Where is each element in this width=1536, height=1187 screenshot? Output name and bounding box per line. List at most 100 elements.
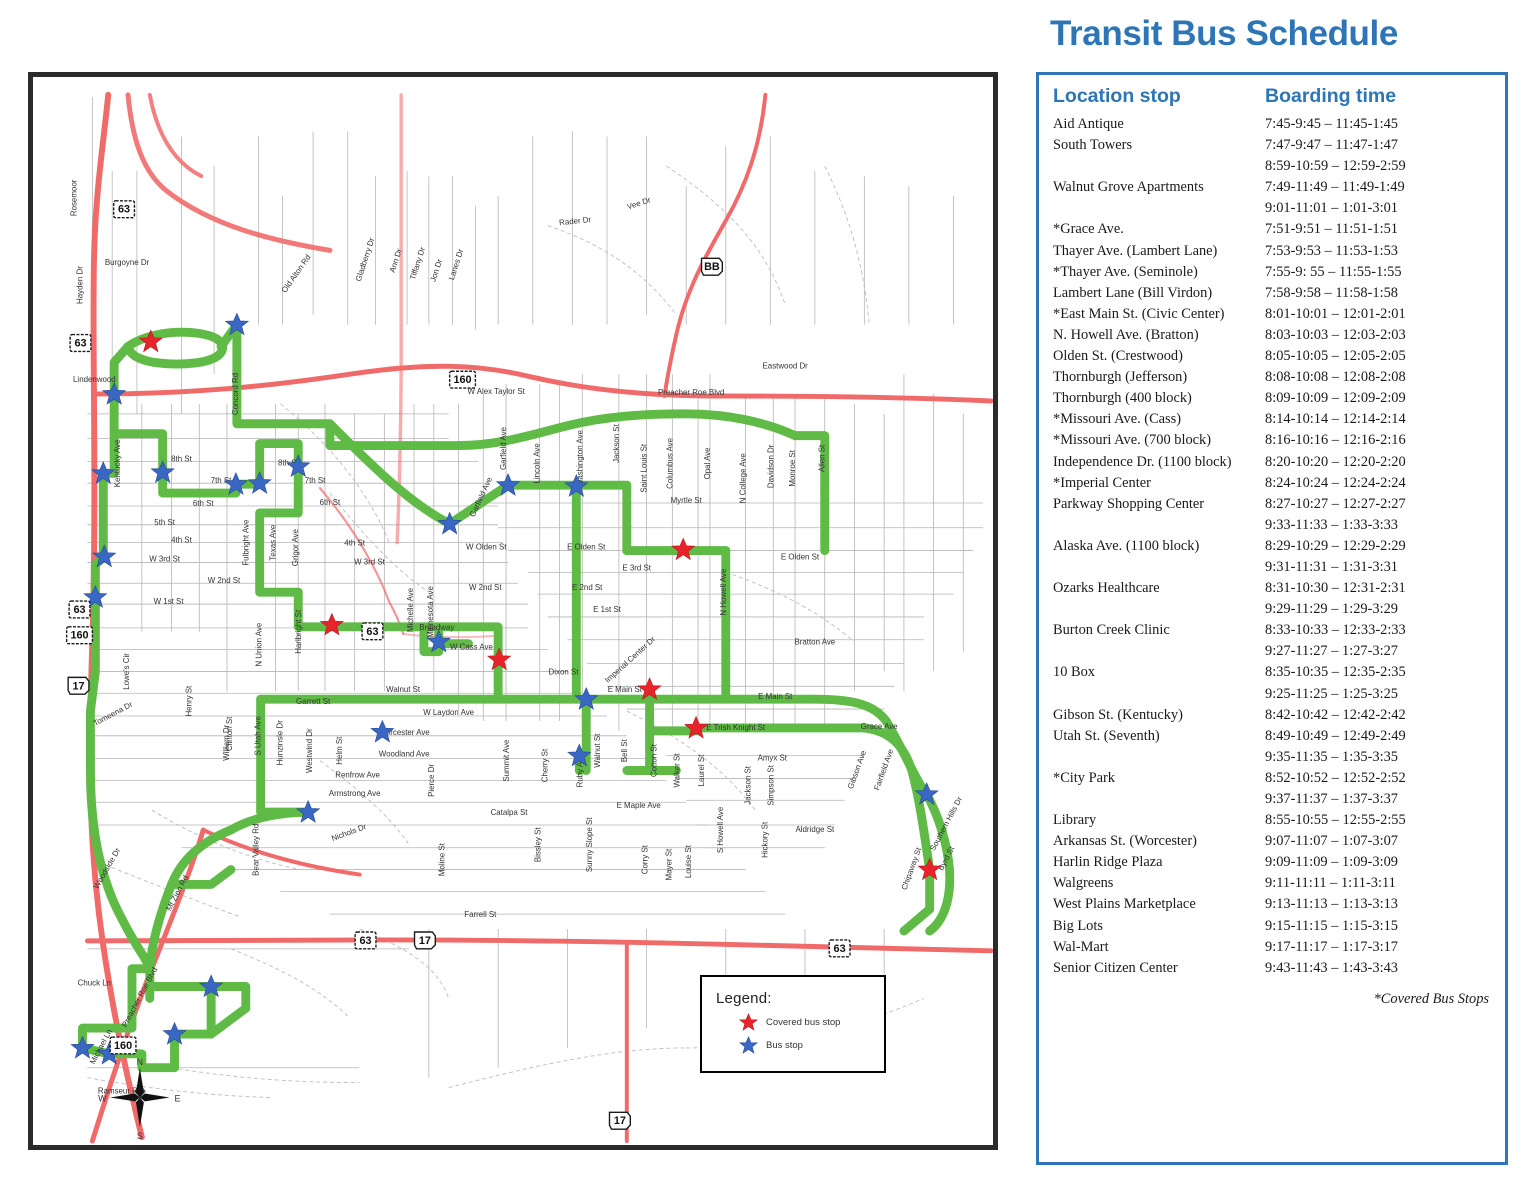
stop-name-cell: Aid Antique — [1053, 116, 1124, 132]
street-label: Grigor Ave — [291, 528, 300, 566]
shield-number-label: 63 — [74, 337, 86, 349]
stop-name-cell: *Grace Ave. — [1053, 221, 1124, 238]
boarding-time-cell: 9:29-11:29 – 1:29-3:29 — [1265, 601, 1398, 618]
stop-name-cell: Big Lots — [1053, 917, 1103, 934]
table-row: Walgreens 9:11-11:11 – 1:11-3:11 — [1053, 873, 1493, 894]
street-label: Lincoln Ave — [533, 443, 542, 484]
street-label: Bissley St — [534, 827, 543, 863]
boarding-time-cell: 7:53-9:53 – 11:53-1:53 — [1265, 242, 1398, 259]
highway-shield: 63 — [68, 600, 91, 619]
street-label: Hunzinsle Dr — [275, 720, 284, 766]
boarding-time-cell: 7:49-11:49 – 11:49-1:49 — [1265, 179, 1405, 196]
street-label: Myrtle St — [671, 496, 703, 505]
street-label: Old Alton Rd — [280, 253, 313, 295]
boarding-time-cell: 9:25-11:25 – 1:25-3:25 — [1265, 685, 1398, 702]
covered-bus-stop-marker[interactable] — [319, 612, 345, 636]
highway-shield: 17 — [67, 676, 90, 695]
legend-label-stop: Bus stop — [766, 1040, 803, 1051]
stop-name-cell: Library — [1053, 812, 1097, 829]
street-label: W 2nd St — [469, 583, 502, 592]
street-label: Texas Ave — [268, 524, 277, 561]
table-row: Parkway Shopping Center 8:27-10:27 – 12:2… — [1053, 494, 1493, 515]
street-label: Harlbright St — [294, 609, 303, 654]
stop-name-cell: Harlin Ridge Plaza — [1053, 854, 1163, 871]
table-row: *City Park 8:52-10:52 – 12:52-2:52 — [1053, 768, 1493, 789]
table-row: Aid Antique 7:45-9:45 – 11:45-1:45 — [1053, 114, 1493, 135]
bus-stop-marker[interactable] — [295, 800, 321, 823]
table-row: Olden St. (Crestwood) 8:05-10:05 – 12:05-… — [1053, 346, 1493, 367]
street-label: Burgoyne Dr — [105, 258, 150, 267]
table-row: Walnut Grove Apartments 7:49-11:49 – 11:4… — [1053, 177, 1493, 198]
street-label: Chuck Ln — [78, 978, 111, 987]
highway-shield: BB — [700, 257, 724, 276]
bus-stop-marker[interactable] — [70, 1035, 95, 1059]
street-label: Dixon St — [549, 667, 580, 676]
table-row: 9:01-11:01 – 1:01-3:01 — [1053, 198, 1493, 219]
street-label: Lowe's Cir — [122, 653, 131, 690]
highway-shield: 17 — [413, 931, 437, 950]
boarding-time-cell: 8:14-10:14 – 12:14-2:14 — [1265, 411, 1406, 428]
legend-item-stop: Bus stop — [738, 1035, 884, 1056]
boarding-time-cell: 8:16-10:16 – 12:16-2:16 — [1265, 432, 1406, 449]
stop-name-cell: *City Park — [1053, 769, 1115, 786]
table-row: Independence Dr. (1100 block) 8:20-10:20 … — [1053, 452, 1493, 473]
compass-south-label: S — [137, 1131, 143, 1141]
street-label: Gibson Ave — [846, 749, 868, 791]
street-label: Fairfield Ave — [872, 747, 895, 791]
street-label: Woodland Ave — [379, 750, 430, 759]
street-label: E 1st St — [593, 605, 621, 614]
stop-name-cell — [1053, 515, 1265, 536]
street-label: Moline St — [438, 842, 447, 876]
bus-stop-marker[interactable] — [370, 719, 395, 743]
stop-name-cell — [1053, 156, 1265, 177]
table-row: Burton Creek Clinic 8:33-10:33 – 12:33-2:… — [1053, 620, 1493, 641]
table-row: Wal-Mart 9:17-11:17 – 1:17-3:17 — [1053, 937, 1493, 958]
table-row: Gibson St. (Kentucky) 8:42-10:42 – 12:42-… — [1053, 705, 1493, 726]
boarding-time-cell: 8:52-10:52 – 12:52-2:52 — [1265, 769, 1406, 786]
stop-name-cell: Parkway Shopping Center — [1053, 495, 1205, 512]
stop-name-cell: Alaska Ave. (1100 block) — [1053, 537, 1200, 554]
boarding-time-cell: 9:07-11:07 – 1:07-3:07 — [1265, 833, 1398, 850]
highway-shield: 63 — [361, 622, 384, 641]
boarding-time-cell: 8:05-10:05 – 12:05-2:05 — [1265, 348, 1406, 365]
street-label: Vee Dr — [626, 195, 652, 211]
street-label: E Olden St — [567, 543, 606, 552]
street-label: Walnut St — [386, 685, 421, 694]
boarding-time-cell: 8:01-10:01 – 12:01-2:01 — [1265, 305, 1406, 322]
boarding-time-cell: 9:35-11:35 – 1:35-3:35 — [1265, 748, 1398, 765]
table-row: Lambert Lane (Bill Virdon) 7:58-9:58 – 11… — [1053, 283, 1493, 304]
stop-name-cell — [1053, 641, 1265, 662]
street-label: Helm St — [335, 736, 344, 765]
street-label: Columbus Ave — [665, 437, 674, 488]
street-label: 6th St — [320, 498, 341, 507]
boarding-time-cell: 7:47-9:47 – 11:47-1:47 — [1265, 137, 1398, 154]
shield-number-label: 63 — [834, 943, 846, 955]
legend-item-covered: Covered bus stop — [738, 1012, 884, 1033]
table-row: N. Howell Ave. (Bratton) 8:03-10:03 – 12:… — [1053, 325, 1493, 346]
boarding-time-cell: 8:55-10:55 – 12:55-2:55 — [1265, 812, 1406, 829]
table-header-row: Location stop Boarding time — [1053, 85, 1493, 108]
street-label: Jackson St — [612, 423, 621, 462]
covered-bus-stop-marker[interactable] — [671, 537, 696, 561]
bus-stop-marker[interactable] — [247, 471, 272, 494]
street-label: 4th St — [344, 539, 365, 548]
boarding-time-cell: 9:33-11:33 – 1:33-3:33 — [1265, 516, 1398, 533]
red-star-icon — [739, 1013, 758, 1031]
transit-route-map[interactable]: Rosemoor Hayden Dr Burgoyne Dr Old Alton Rd… — [28, 72, 998, 1150]
street-label: W Olden St — [466, 543, 507, 552]
street-label: Saint Louis St — [640, 443, 649, 493]
street-label: Summit Ave — [502, 739, 511, 782]
stop-name-cell: Lambert Lane (Bill Virdon) — [1053, 284, 1213, 301]
street-label: Jackson St — [744, 765, 753, 804]
shield-number-label: 63 — [118, 204, 130, 216]
street-label: Concord Rd — [231, 373, 240, 415]
county-road-network — [87, 165, 924, 1098]
table-row: Ozarks Healthcare 8:31-10:30 – 12:31-2:31 — [1053, 578, 1493, 599]
stop-name-cell: Senior Citizen Center — [1053, 959, 1178, 976]
stop-name-cell: *Missouri Ave. (700 block) — [1053, 432, 1212, 449]
stop-name-cell: Thornburgh (Jefferson) — [1053, 369, 1188, 386]
street-label: Lindenwood — [73, 375, 116, 384]
legend-label-covered: Covered bus stop — [766, 1017, 841, 1028]
street-label: Walnut St — [593, 733, 602, 768]
street-label: William Dr — [222, 724, 231, 760]
